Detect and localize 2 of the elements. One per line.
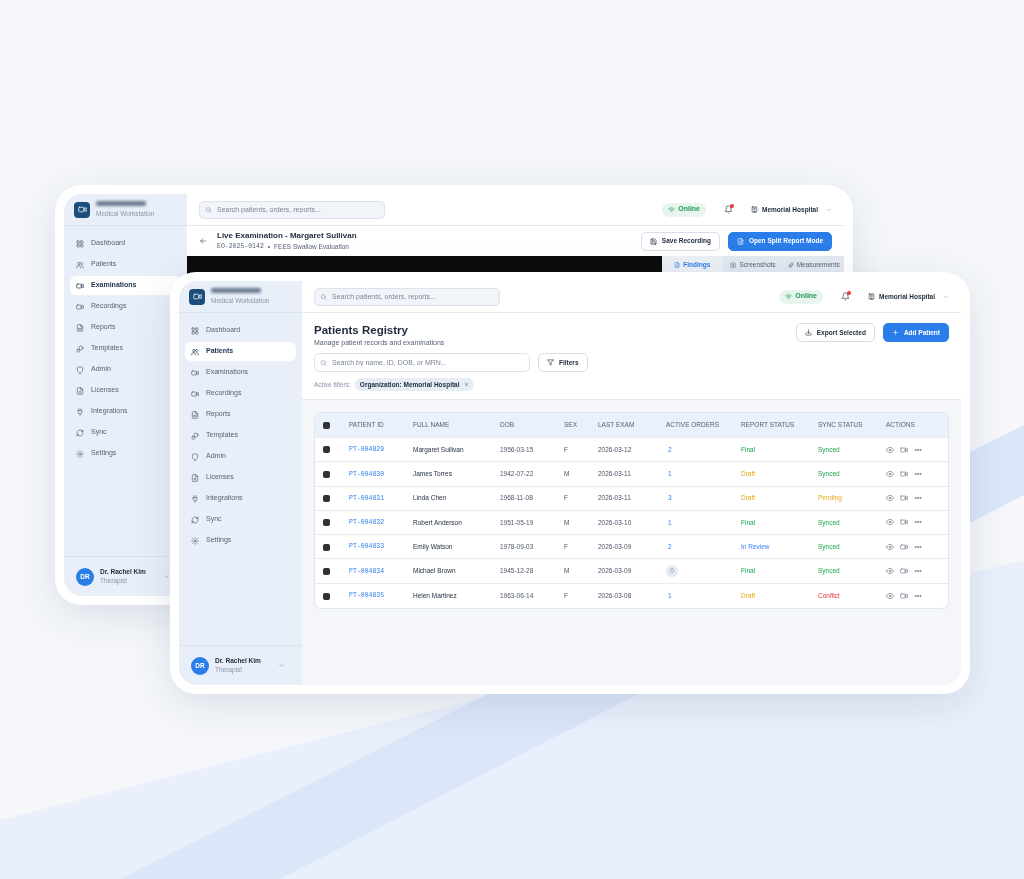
- page-title: Live Examination - Margaret Sullivan: [217, 230, 358, 243]
- page-title: Patients Registry: [314, 323, 409, 338]
